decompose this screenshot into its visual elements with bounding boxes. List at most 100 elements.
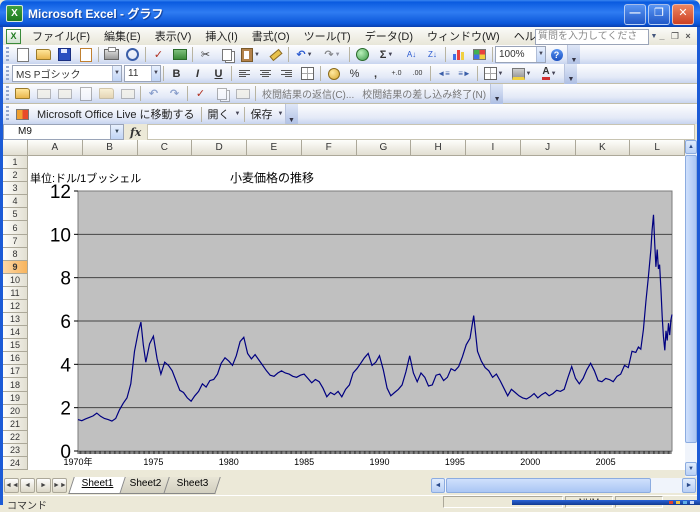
vertical-scrollbar[interactable]: ▲ ▼ <box>685 140 697 477</box>
scroll-up-button[interactable]: ▲ <box>685 140 697 154</box>
align-right-button[interactable] <box>276 64 297 83</box>
formula-input[interactable] <box>147 124 695 140</box>
column-header-D[interactable]: D <box>192 140 247 156</box>
open-review-button[interactable] <box>12 84 33 103</box>
worksheet-grid[interactable]: 単位:ドル/1ブッシェル 小麦価格の推移 0246810121970年19751… <box>28 156 685 470</box>
column-header-E[interactable]: E <box>247 140 302 156</box>
increase-indent-button[interactable]: ≡► <box>454 64 475 83</box>
previous-change-button[interactable]: ↶ <box>143 84 164 103</box>
row-header-16[interactable]: 16 <box>3 352 28 365</box>
office-live-button[interactable] <box>12 105 33 124</box>
font-name-combo[interactable]: MS Pゴシック▼ <box>12 65 122 82</box>
row-header-8[interactable]: 8 <box>3 248 28 261</box>
toolbar-drag-handle[interactable] <box>5 86 10 101</box>
previous-sheet-button[interactable]: ◄ <box>20 478 35 493</box>
autosum-button[interactable]: Σ▼ <box>373 45 401 64</box>
row-header-9[interactable]: 9 <box>3 261 28 274</box>
column-header-H[interactable]: H <box>411 140 466 156</box>
new-button[interactable] <box>12 45 33 64</box>
workbook-close-button[interactable]: × <box>682 29 694 43</box>
sheet-tab-sheet1[interactable]: Sheet1 <box>68 477 125 494</box>
row-header-24[interactable]: 24 <box>3 457 28 470</box>
column-header-I[interactable]: I <box>466 140 521 156</box>
format-painter-button[interactable] <box>265 45 286 64</box>
row-header-21[interactable]: 21 <box>3 418 28 431</box>
column-header-L[interactable]: L <box>630 140 685 156</box>
office-live-open-button[interactable]: 開く <box>204 106 234 122</box>
last-sheet-button[interactable]: ►► <box>52 478 67 493</box>
open-button[interactable] <box>33 45 54 64</box>
row-header-7[interactable]: 7 <box>3 235 28 248</box>
hyperlink-button[interactable] <box>352 45 373 64</box>
row-header-1[interactable]: 1 <box>3 156 28 169</box>
open-dropdown-icon[interactable]: ▼ <box>234 111 242 117</box>
name-box[interactable]: M9 <box>3 124 111 140</box>
toolbar-options-chevron[interactable]: ▼ <box>490 84 503 104</box>
close-button[interactable]: ✕ <box>672 4 694 25</box>
toolbar-drag-handle[interactable] <box>5 106 10 122</box>
menu-item-tools[interactable]: ツール(T) <box>297 26 358 46</box>
row-header-3[interactable]: 3 <box>3 182 28 195</box>
research-button[interactable] <box>169 45 190 64</box>
undo-button[interactable]: ↶▼ <box>291 45 319 64</box>
row-header-12[interactable]: 12 <box>3 300 28 313</box>
recall-button[interactable] <box>96 84 117 103</box>
scroll-right-button[interactable]: ► <box>682 478 696 493</box>
decrease-indent-button[interactable]: ◄≡ <box>433 64 454 83</box>
send-review-button[interactable] <box>54 84 75 103</box>
row-header-19[interactable]: 19 <box>3 392 28 405</box>
toolbar-drag-handle[interactable] <box>5 47 10 62</box>
copy-button[interactable] <box>216 45 237 64</box>
print-preview-button[interactable] <box>122 45 143 64</box>
zoom-combo[interactable]: 100%▼ <box>495 46 546 63</box>
horizontal-scroll-thumb[interactable] <box>446 478 651 493</box>
bold-button[interactable]: B <box>166 64 187 83</box>
attach-button[interactable] <box>232 84 253 103</box>
row-header-17[interactable]: 17 <box>3 365 28 378</box>
drawing-button[interactable] <box>469 45 490 64</box>
menu-item-format[interactable]: 書式(O) <box>245 26 297 46</box>
menu-item-file[interactable]: ファイル(F) <box>25 26 97 46</box>
borders-button[interactable]: ▼ <box>480 64 508 83</box>
column-header-C[interactable]: C <box>138 140 193 156</box>
row-header-6[interactable]: 6 <box>3 221 28 235</box>
menu-item-edit[interactable]: 編集(E) <box>97 26 148 46</box>
chart-wizard-button[interactable] <box>448 45 469 64</box>
row-header-10[interactable]: 10 <box>3 274 28 287</box>
office-live-goto-button[interactable]: Microsoft Office Live に移動する <box>33 106 199 122</box>
row-header-14[interactable]: 14 <box>3 326 28 339</box>
scroll-left-button[interactable]: ◄ <box>431 478 445 493</box>
italic-button[interactable]: I <box>187 64 208 83</box>
align-center-button[interactable] <box>255 64 276 83</box>
underline-button[interactable]: U <box>208 64 229 83</box>
toolbar-drag-handle[interactable] <box>5 66 10 81</box>
comma-button[interactable]: , <box>365 64 386 83</box>
merge-center-button[interactable] <box>297 64 318 83</box>
currency-button[interactable] <box>323 64 344 83</box>
column-header-G[interactable]: G <box>357 140 412 156</box>
sort-descending-button[interactable]: Z↓ <box>422 45 443 64</box>
column-header-J[interactable]: J <box>521 140 576 156</box>
track-changes-button[interactable]: ✓ <box>190 84 211 103</box>
next-sheet-button[interactable]: ► <box>36 478 51 493</box>
reply-with-changes-text-button[interactable]: 校閲結果の返信(C)... <box>258 86 358 101</box>
sheet-tab-sheet3[interactable]: Sheet3 <box>164 477 221 494</box>
column-header-F[interactable]: F <box>302 140 357 156</box>
menu-item-window[interactable]: ウィンドウ(W) <box>420 26 507 46</box>
horizontal-scrollbar[interactable]: ◄ ► <box>431 478 696 493</box>
print-button[interactable] <box>101 45 122 64</box>
scroll-down-button[interactable]: ▼ <box>685 462 697 476</box>
row-header-13[interactable]: 13 <box>3 313 28 326</box>
help-button[interactable]: ? <box>546 45 567 64</box>
minimize-button[interactable]: — <box>624 4 646 25</box>
row-header-18[interactable]: 18 <box>3 378 28 392</box>
workbook-minimize-button[interactable]: _ <box>656 29 668 43</box>
end-review-text-button[interactable]: 校閲結果の差し込み終了(N) <box>358 86 490 101</box>
column-header-K[interactable]: K <box>576 140 631 156</box>
menu-item-view[interactable]: 表示(V) <box>148 26 199 46</box>
increase-decimal-button[interactable]: +.0 <box>386 64 407 83</box>
merge-workbooks-button[interactable] <box>211 84 232 103</box>
chart-object[interactable]: 0246810121970年19751980198519901995200020… <box>28 156 685 470</box>
save-dropdown-icon[interactable]: ▼ <box>277 111 285 117</box>
font-color-button[interactable]: A▼ <box>536 64 564 83</box>
